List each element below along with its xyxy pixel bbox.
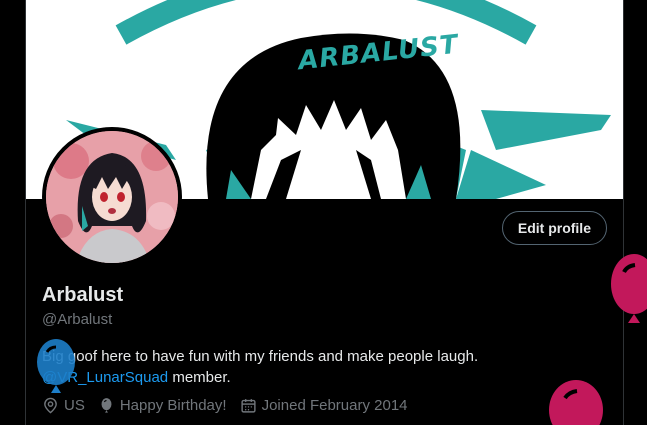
meta-joined: Joined February 2014 <box>240 397 408 414</box>
display-name: Arbalust <box>42 284 124 306</box>
profile-page: ARBALUST Edit profile Arbalust @Arbalust… <box>0 0 647 425</box>
profile-meta: US Happy Birthday! Joined February 2014 <box>42 397 421 414</box>
profile-bio: Big goof here to have fun with my friend… <box>42 346 602 388</box>
bio-suffix: member. <box>168 369 231 386</box>
profile-column: ARBALUST Edit profile Arbalust @Arbalust… <box>25 0 624 425</box>
balloon-icon <box>101 398 112 413</box>
joined-text: Joined February 2014 <box>261 397 408 414</box>
location-pin-icon <box>44 397 57 414</box>
bio-text: Big goof here to have fun with my friend… <box>42 348 479 365</box>
meta-birthday: Happy Birthday! <box>98 397 227 414</box>
meta-location: US <box>42 397 85 414</box>
avatar-illustration <box>46 131 178 263</box>
calendar-icon <box>240 399 256 413</box>
user-handle: @Arbalust <box>42 311 113 328</box>
balloon-icon <box>611 254 647 323</box>
balloon-icon <box>37 339 75 393</box>
birthday-text: Happy Birthday! <box>119 397 227 414</box>
location-text: US <box>64 397 85 414</box>
balloon-icon <box>549 380 603 425</box>
edit-profile-button[interactable]: Edit profile <box>501 211 607 245</box>
avatar[interactable] <box>42 127 182 267</box>
